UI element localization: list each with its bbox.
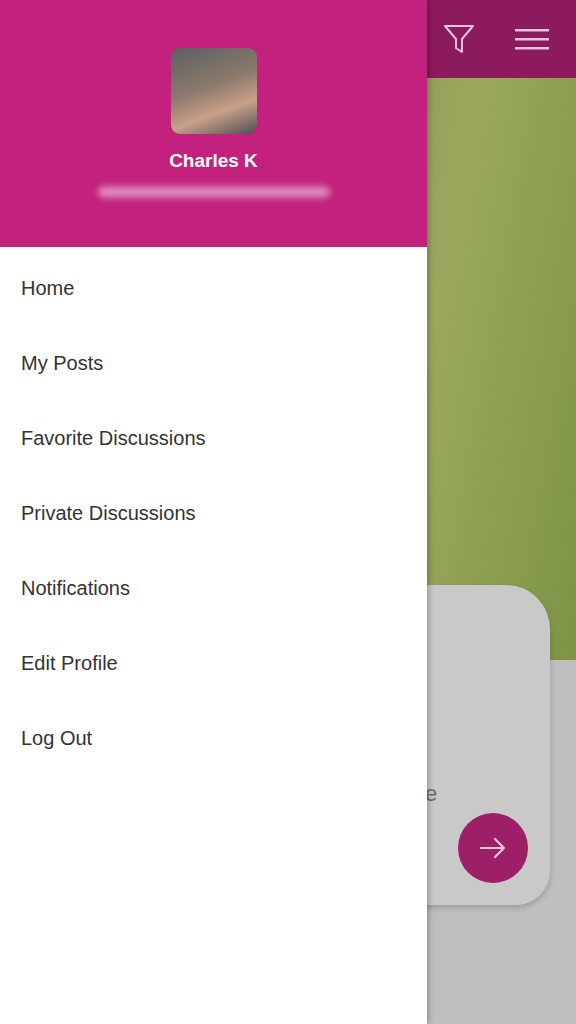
drawer-menu-item[interactable]: My Posts bbox=[0, 326, 427, 401]
navigation-drawer: Charles K HomeMy PostsFavorite Discussio… bbox=[0, 0, 427, 1024]
drawer-menu: HomeMy PostsFavorite DiscussionsPrivate … bbox=[0, 247, 427, 776]
drawer-menu-item[interactable]: Edit Profile bbox=[0, 626, 427, 701]
filter-icon[interactable] bbox=[442, 22, 476, 56]
arrow-right-icon bbox=[477, 832, 509, 864]
app-screen: e Charles K HomeMy PostsFavorite Discuss… bbox=[0, 0, 576, 1024]
drawer-menu-item[interactable]: Private Discussions bbox=[0, 476, 427, 551]
hamburger-icon[interactable] bbox=[514, 27, 550, 51]
drawer-menu-item[interactable]: Log Out bbox=[0, 701, 427, 776]
drawer-menu-item[interactable]: Favorite Discussions bbox=[0, 401, 427, 476]
next-button[interactable] bbox=[458, 813, 528, 883]
user-email-blurred bbox=[98, 186, 330, 198]
drawer-menu-item[interactable]: Home bbox=[0, 251, 427, 326]
user-name: Charles K bbox=[169, 150, 258, 172]
drawer-header: Charles K bbox=[0, 0, 427, 247]
drawer-menu-item[interactable]: Notifications bbox=[0, 551, 427, 626]
user-avatar bbox=[171, 48, 257, 134]
